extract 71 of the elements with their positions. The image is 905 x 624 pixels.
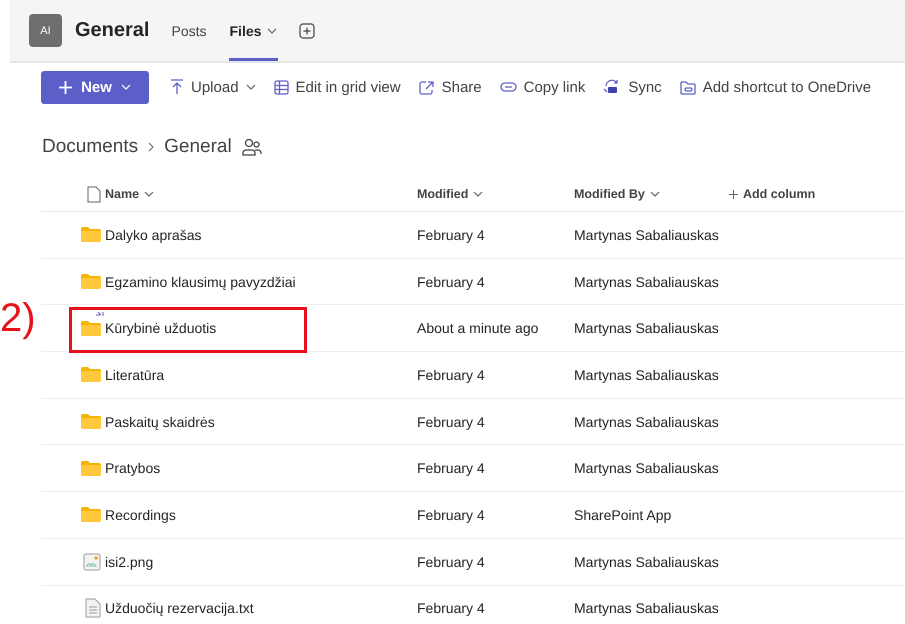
file-name[interactable]: Egzamino klausimų pavyzdžiai: [105, 274, 296, 290]
file-name[interactable]: isi2.png: [105, 554, 154, 570]
shortcut-button[interactable]: Add shortcut to OneDrive: [678, 78, 872, 96]
column-header[interactable]: Modified: [417, 187, 484, 201]
modified-date: February 4: [417, 414, 486, 430]
modified-date: February 4: [417, 600, 486, 616]
modified-by: Martynas Sabaliauskas: [574, 554, 720, 570]
new-button[interactable]: New: [41, 70, 149, 104]
modified-by: Martynas Sabaliauskas: [574, 414, 720, 430]
file-type-icon: [87, 186, 101, 202]
modified-by: Martynas Sabaliauskas: [574, 226, 720, 243]
modified-by: Martynas Sabaliauskas: [574, 600, 720, 616]
folder-icon: [81, 460, 101, 476]
folder-icon: [81, 227, 101, 242]
folder-shortcut-icon: [680, 80, 696, 94]
share-icon: [418, 80, 435, 94]
file-name[interactable]: Dalyko aprašas: [105, 226, 202, 243]
modified-by: Martynas Sabaliauskas: [574, 460, 720, 476]
folder-icon: [81, 367, 101, 382]
grid-icon: [274, 80, 289, 94]
breadcrumb-item[interactable]: General: [164, 136, 232, 158]
people-icon: [242, 138, 262, 156]
modified-by: Martynas Sabaliauskas: [574, 274, 720, 290]
file-name[interactable]: Literatūra: [105, 366, 164, 383]
share-button[interactable]: Share: [418, 78, 483, 96]
modified-date: February 4: [417, 460, 486, 476]
image-file-icon: [83, 552, 101, 571]
plus-icon: [59, 80, 72, 94]
add-column-button[interactable]: Add column: [729, 187, 816, 201]
chevron-down-icon: [246, 84, 256, 90]
chevron-right-icon: [148, 142, 154, 152]
chevron-down-icon: [144, 191, 154, 197]
link-icon: [500, 82, 517, 92]
file-name[interactable]: Kūrybinė užduotis: [105, 320, 216, 336]
channel-title: General: [75, 19, 150, 42]
modified-date: About a minute ago: [417, 320, 540, 336]
annotation-label: 2): [0, 296, 36, 341]
modified-date: February 4: [417, 506, 486, 523]
channel-tab[interactable]: Posts: [170, 0, 208, 61]
modified-by: Martynas Sabaliauskas: [574, 320, 720, 336]
breadcrumb-item[interactable]: Documents: [42, 136, 138, 158]
upload-button[interactable]: Upload: [169, 78, 257, 96]
channel-tab[interactable]: Files: [228, 0, 278, 61]
modified-date: February 4: [417, 554, 486, 570]
chevron-down-icon: [267, 28, 278, 34]
folder-icon: [81, 507, 101, 522]
modified-date: February 4: [417, 274, 486, 290]
modified-by: SharePoint App: [574, 506, 672, 523]
upload-icon: [170, 79, 184, 95]
grid-button[interactable]: Edit in grid view: [272, 78, 402, 96]
plus-icon: [729, 190, 738, 198]
team-avatar: AI: [29, 14, 62, 47]
folder-icon: [81, 274, 101, 290]
file-name[interactable]: Pratybos: [105, 460, 160, 476]
column-header[interactable]: Modified By: [574, 187, 660, 201]
link-button[interactable]: Copy link: [498, 78, 586, 96]
column-header[interactable]: Name: [105, 187, 154, 201]
chevron-down-icon: [473, 191, 484, 197]
file-name[interactable]: Paskaitų skaidrės: [105, 414, 215, 430]
modified-date: February 4: [417, 226, 486, 243]
text-file-icon: [85, 598, 101, 618]
sync-button[interactable]: Sync: [602, 78, 663, 96]
folder-icon: [81, 414, 101, 430]
file-name[interactable]: Recordings: [105, 506, 176, 523]
folder-icon: [81, 320, 101, 336]
chevron-down-icon: [650, 191, 660, 197]
modified-by: Martynas Sabaliauskas: [574, 366, 720, 383]
add-tab-icon[interactable]: [299, 22, 316, 38]
chevron-down-icon: [120, 84, 131, 90]
file-name[interactable]: Užduočių rezervacija.txt: [105, 600, 254, 616]
modified-date: February 4: [417, 366, 486, 383]
